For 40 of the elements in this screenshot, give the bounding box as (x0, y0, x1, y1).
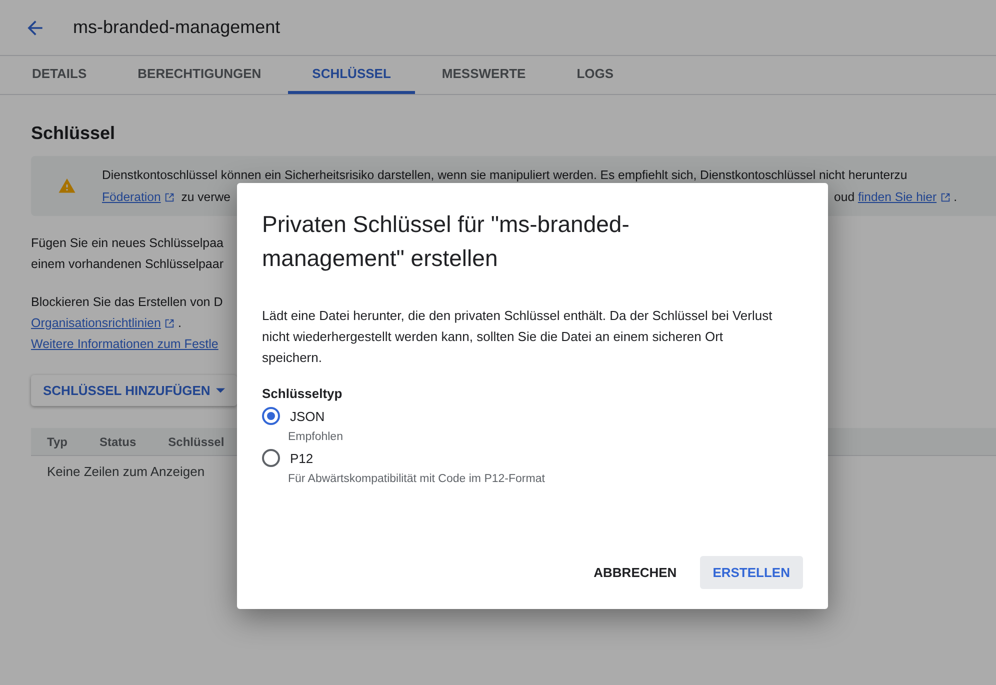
description-text: . (178, 315, 182, 332)
tab[interactable]: MESSWERTE (418, 56, 550, 94)
page-title: ms-branded-management (73, 17, 280, 38)
federation-link[interactable]: Föderation (102, 186, 161, 208)
more-info-link[interactable]: Weitere Informationen zum Festle (31, 337, 218, 351)
column-header: Status (99, 434, 136, 448)
caret-icon (216, 388, 226, 393)
option-label[interactable]: P12 (290, 450, 314, 466)
tab[interactable]: BERECHTIGUNGEN (114, 56, 286, 94)
external-link-icon (164, 318, 175, 329)
dialog-title: Privaten Schlüssel für "ms-branded-management" erstellen (262, 210, 630, 273)
policy-link[interactable]: Organisationsrichtlinien (31, 313, 161, 334)
description-text: Blockieren Sie das Erstellen von D (31, 294, 223, 311)
key-type-label: Schlüsseltyp (262, 386, 344, 401)
create-button[interactable]: ERSTELLEN (700, 556, 803, 589)
tab[interactable]: DETAILS (8, 56, 111, 94)
tab[interactable]: SCHLÜSSEL (288, 56, 415, 94)
description-text: Fügen Sie ein neues Schlüsselpaa (31, 235, 224, 252)
external-link-icon (164, 192, 175, 202)
warning-text: . (954, 189, 957, 206)
empty-table-text: Keine Zeilen zum Anzeigen (46, 463, 206, 481)
external-link-icon (940, 192, 951, 202)
warning-text: oud (834, 189, 856, 206)
tab[interactable]: LOGS (552, 56, 638, 94)
description-text: einem vorhandenen Schlüsselpaar (31, 256, 224, 273)
column-header: Schlüssel (168, 434, 224, 448)
add-key-button[interactable]: SCHLÜSSEL HINZUFÜGEN (31, 375, 238, 406)
warning-text: zu verwe (180, 189, 230, 206)
warning-text: Dienstkontoschlüssel können ein Sicherheitsrisiko darstellen, wenn sie manipuliert werden. Es empfiehlt sich, Dienstkontoschlüssel nicht herunterzu (102, 167, 908, 184)
option-label[interactable]: JSON (290, 408, 325, 424)
option-hint: Empfohlen (288, 431, 344, 443)
info-link[interactable]: finden Sie hier (858, 186, 937, 208)
section-title: Schlüssel (31, 123, 116, 144)
cancel-button[interactable]: ABBRECHEN (580, 556, 690, 589)
warning-icon (58, 177, 76, 195)
radio-button[interactable] (262, 407, 280, 425)
option-hint: Für Abwärtskompatibilität mit Code im P12-Format (288, 473, 546, 485)
column-header: Typ (47, 434, 68, 448)
radio-button[interactable] (262, 449, 280, 467)
dialog-description: Lädt eine Datei herunter, die den privaten Schlüssel enthält. Da der Schlüssel bei Verlust nicht wiederhergestellt werden kann, sollten Sie die Datei an einem sicheren Ort speichern. (262, 307, 774, 367)
